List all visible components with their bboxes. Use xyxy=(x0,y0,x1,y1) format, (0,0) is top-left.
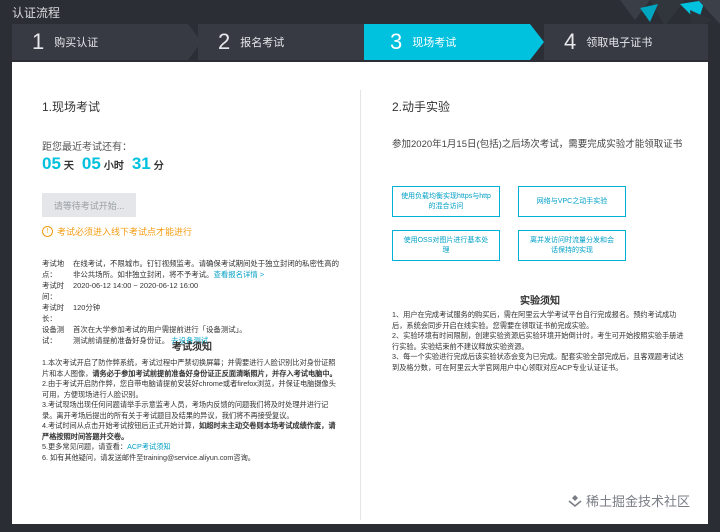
step-number: 1 xyxy=(32,29,45,54)
acp-exam-notice-link[interactable]: ACP考试须知 xyxy=(127,442,171,451)
step-number: 2 xyxy=(218,29,231,54)
step-label: 购买认证 xyxy=(54,37,99,49)
lab-notice-list: 1、用户在完成考试服务的购买后，需在阿里云大学考试平台自行完成报名。预约考试成功… xyxy=(392,310,688,373)
countdown-timer: 05 天 05 小时 31 分 xyxy=(42,154,172,174)
lab-https-http-button[interactable]: 使用负载均衡实现https与http的混合访问 xyxy=(392,186,500,217)
exam-info: 考试地点： 在线考试，不限城市。钉钉视频监考。请确保考试期间处于独立封闭的私密性… xyxy=(42,258,342,346)
countdown-hours: 05 xyxy=(81,154,101,173)
countdown-minutes: 31 xyxy=(131,154,151,173)
step-number: 3 xyxy=(390,29,403,54)
warning-icon: ! xyxy=(42,226,53,237)
notice-item: 3、每一个实验进行完成后该实验状态会变为已完成。配套实验全部完成后，且客观题考试… xyxy=(392,352,684,372)
section-title: 2.动手实验 xyxy=(392,100,451,114)
notice-item: 6. 如有其他疑问，请发送邮件至training@service.aliyun.… xyxy=(42,452,255,462)
step-number: 4 xyxy=(564,29,577,54)
step-onsite-exam: 3 现场考试 xyxy=(364,24,530,60)
info-value: 2020-06-12 14:00 ~ 2020-06-12 16:00 xyxy=(73,281,199,290)
section-title: 1.现场考试 xyxy=(42,100,101,114)
lab-oss-image-button[interactable]: 使用OSS对图片进行基本处理 xyxy=(392,230,500,261)
step-register: 2 报名考试 xyxy=(198,24,364,60)
progress-steps: 1 购买认证 2 报名考试 3 现场考试 4 领取电子证书 xyxy=(12,24,708,60)
juejin-logo-icon xyxy=(568,494,582,507)
lab-traffic-session-button[interactable]: 离并发访问时流量分发和会话保持的实现 xyxy=(518,230,626,261)
step-purchase: 1 购买认证 xyxy=(12,24,188,60)
notice-item: 1、用户在完成考试服务的购买后，需在阿里云大学考试平台自行完成报名。预约考试成功… xyxy=(392,310,677,330)
notice-item: 2.由于考试开启防作弊，您自带电脑请提前安装好chrome或者firefox浏览… xyxy=(42,379,336,399)
info-time: 考试时间： 2020-06-12 14:00 ~ 2020-06-12 16:0… xyxy=(42,280,342,302)
step-certificate: 4 领取电子证书 xyxy=(544,24,708,60)
step-label: 现场考试 xyxy=(412,37,457,49)
step-label: 领取电子证书 xyxy=(586,37,653,49)
info-value: 120分钟 xyxy=(73,303,101,312)
watermark: 稀土掘金技术社区 xyxy=(568,491,690,510)
info-value: 在线考试，不限城市。钉钉视频监考。请确保考试期间处于独立封闭的私密性高的非公共场… xyxy=(73,258,342,280)
step-label: 报名考试 xyxy=(240,37,285,49)
top-header: 认证流程 1 购买认证 2 报名考试 3 现场考试 4 领取电子证书 xyxy=(0,0,720,62)
lab-description: 参加2020年1月15日(包括)之后场次考试，需要完成实验才能领取证书 xyxy=(392,139,683,150)
info-key: 考试时长： xyxy=(42,303,65,323)
notice-item: 2、实验环境有时间限制，创建实验资源后实验环境开始倒计时，考生可开始按照实验手册… xyxy=(392,331,684,351)
warning-text: 考试必须进入线下考试点才能进行 xyxy=(57,227,193,237)
column-divider xyxy=(360,90,361,520)
location-text: 在线考试，不限城市。钉钉视频监考。请确保考试期间处于独立封闭的私密性高的非公共场… xyxy=(73,259,340,279)
registration-details-link[interactable]: 查看报名详情 > xyxy=(213,270,264,279)
content-card: 1.现场考试 距您最近考试还有： 05 天 05 小时 31 分 请等待考试开始… xyxy=(12,62,708,524)
page-title: 认证流程 xyxy=(12,6,61,20)
lab-vpc-button[interactable]: 网络与VPC之动手实验 xyxy=(518,186,626,217)
offline-warning: ! 考试必须进入线下考试点才能进行 xyxy=(42,225,192,238)
device-test-text: 首次在大学参加考试的用户需提前进行「设备测试」。 xyxy=(73,325,247,334)
info-key: 考试地点： xyxy=(42,259,65,279)
countdown-days: 05 xyxy=(42,154,61,173)
countdown-minutes-unit: 分 xyxy=(153,161,164,172)
exam-notice-list: 1.本次考试开启了防作弊系统，考试过程中严禁切换屏幕；并需要进行人脸识别比对身份… xyxy=(42,358,342,463)
notice-item: 5.更多常见问题，请查看：ACP考试须知 xyxy=(42,442,171,451)
countdown-days-unit: 天 xyxy=(63,161,74,172)
wait-exam-start-button[interactable]: 请等待考试开始... xyxy=(42,193,136,217)
watermark-text: 稀土掘金技术社区 xyxy=(585,494,690,509)
countdown-hours-unit: 小时 xyxy=(103,161,124,172)
notice-item: 4.考试时间从点击开始考试按钮后正式开始计算，如超时未主动交卷则本场考试成绩作废… xyxy=(42,421,336,441)
info-duration: 考试时长： 120分钟 xyxy=(42,302,342,324)
notice-item: 1.本次考试开启了防作弊系统，考试过程中严禁切换屏幕；并需要进行人脸识别比对身份… xyxy=(42,358,337,378)
countdown-label: 距您最近考试还有： xyxy=(42,142,132,153)
info-key: 考试时间： xyxy=(42,281,65,301)
info-location: 考试地点： 在线考试，不限城市。钉钉视频监考。请确保考试期间处于独立封闭的私密性… xyxy=(42,258,342,280)
notice-item: 3.考试现场出现任何问题请举手示意监考人员，考场内反馈的问题我们将及时处理并进行… xyxy=(42,400,329,420)
exam-notice-title: 考试须知 xyxy=(172,342,212,353)
lab-notice-title: 实验须知 xyxy=(520,296,560,307)
step-arrow-active xyxy=(530,24,544,60)
